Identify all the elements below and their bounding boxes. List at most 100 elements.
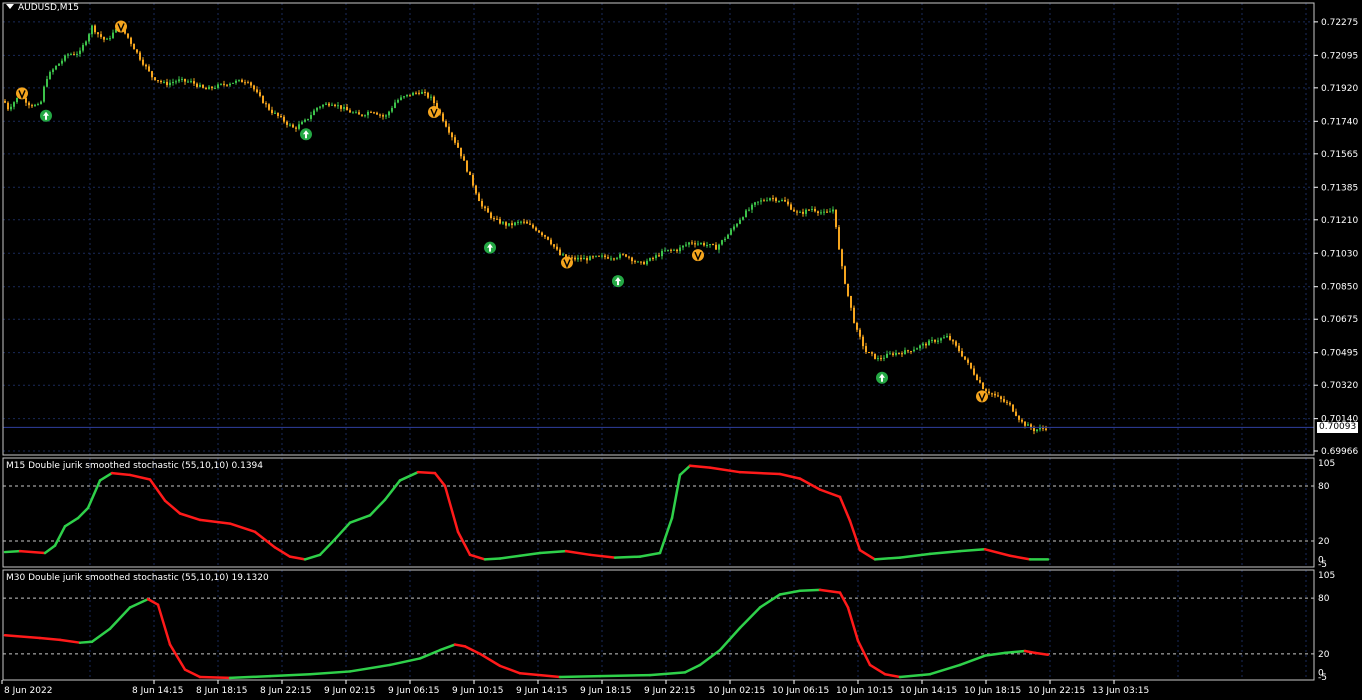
candle-body bbox=[553, 244, 555, 247]
osc-segment bbox=[416, 470, 437, 475]
candle-body bbox=[571, 257, 573, 259]
time-axis-label: 8 Jun 2022 bbox=[4, 686, 52, 696]
price-axis-label: 0.72095 bbox=[1321, 51, 1358, 61]
up-arrow-circle-icon bbox=[40, 109, 52, 122]
triangle-down-icon[interactable] bbox=[6, 4, 14, 9]
osc-segment bbox=[3, 549, 22, 554]
chart-title[interactable]: AUDUSD,M15 bbox=[6, 3, 79, 13]
candle-body bbox=[139, 52, 141, 60]
price-axis-label: 0.71030 bbox=[1321, 249, 1358, 259]
candle-body bbox=[400, 97, 402, 100]
candle-body bbox=[532, 224, 534, 228]
candle-body bbox=[904, 350, 906, 355]
candle-body bbox=[34, 104, 36, 107]
candle-body bbox=[181, 78, 183, 80]
candle-body bbox=[685, 244, 687, 246]
candle-body bbox=[325, 103, 327, 105]
candle-body bbox=[910, 351, 912, 353]
time-axis-label: 10 Jun 10:15 bbox=[836, 686, 893, 696]
candle-body bbox=[490, 212, 492, 219]
candle-body bbox=[934, 339, 936, 342]
candle-body bbox=[334, 104, 336, 106]
candle-body bbox=[742, 217, 744, 220]
candle-body bbox=[412, 92, 414, 96]
candle-body bbox=[52, 69, 54, 73]
price-axis-label: 0.72275 bbox=[1321, 18, 1358, 28]
candle-body bbox=[61, 60, 63, 64]
candle-body bbox=[769, 198, 771, 201]
candle-body bbox=[13, 102, 15, 107]
candle-body bbox=[295, 127, 297, 129]
level-label: 80 bbox=[1318, 594, 1330, 604]
candle-body bbox=[616, 257, 618, 259]
candle-body bbox=[109, 38, 111, 40]
candle-body bbox=[526, 221, 528, 224]
level-label: 20 bbox=[1318, 650, 1330, 660]
price-axis-label: 0.70320 bbox=[1321, 381, 1358, 391]
candle-body bbox=[751, 204, 753, 210]
candle-body bbox=[694, 243, 696, 245]
candle-body bbox=[130, 37, 132, 44]
candle-body bbox=[703, 243, 705, 246]
candle-body bbox=[7, 102, 9, 110]
candle-body bbox=[949, 336, 951, 340]
candle-body bbox=[667, 249, 669, 251]
candle-body bbox=[760, 200, 762, 202]
down-arrow-circle-icon bbox=[692, 249, 704, 262]
candle-body bbox=[1033, 428, 1035, 432]
candle-body bbox=[133, 43, 135, 50]
candle-body bbox=[520, 221, 522, 223]
candle-body bbox=[601, 255, 603, 257]
candle-body bbox=[670, 249, 672, 251]
time-axis-label: 10 Jun 14:15 bbox=[900, 686, 957, 696]
candle-body bbox=[247, 82, 249, 84]
candle-body bbox=[721, 240, 723, 245]
candle-body bbox=[217, 84, 219, 88]
down-arrow-circle-icon bbox=[561, 256, 573, 269]
candle-body bbox=[979, 380, 981, 383]
candle-body bbox=[28, 102, 30, 106]
level-label: -5 bbox=[1318, 560, 1327, 570]
candle-body bbox=[142, 59, 144, 65]
candle-body bbox=[85, 41, 87, 46]
candle-body bbox=[397, 99, 399, 103]
candle-body bbox=[148, 66, 150, 72]
candle-body bbox=[691, 242, 693, 244]
time-axis-label: 8 Jun 22:15 bbox=[260, 686, 311, 696]
candle-body bbox=[259, 92, 261, 96]
time-axis-label: 9 Jun 14:15 bbox=[516, 686, 567, 696]
stoch-m15-title: M15 Double jurik smoothed stochastic (55… bbox=[6, 461, 263, 471]
candle-body bbox=[931, 339, 933, 341]
candle-body bbox=[352, 112, 354, 114]
candle-body bbox=[136, 49, 138, 53]
time-axis-label: 10 Jun 02:15 bbox=[708, 686, 765, 696]
candle-body bbox=[958, 345, 960, 352]
candle-body bbox=[82, 45, 84, 51]
candle-body bbox=[799, 211, 801, 213]
candle-body bbox=[55, 65, 57, 70]
candle-body bbox=[478, 193, 480, 202]
candle-body bbox=[406, 94, 408, 97]
candle-body bbox=[994, 393, 996, 396]
current-price-label: 0.70093 bbox=[1317, 422, 1358, 433]
candle-body bbox=[319, 106, 321, 108]
candle-body bbox=[301, 121, 303, 125]
candle-body bbox=[454, 137, 456, 143]
candle-body bbox=[823, 211, 825, 213]
candle-body bbox=[172, 82, 174, 84]
candle-body bbox=[10, 106, 12, 110]
candle-body bbox=[328, 103, 330, 106]
chart-window[interactable]: 0.72275 0.72095 0.71920 0.71740 0.71565 0.713… bbox=[0, 0, 1362, 700]
candle-body bbox=[892, 353, 894, 355]
candle-body bbox=[241, 79, 243, 83]
candle-body bbox=[595, 255, 597, 257]
candle-body bbox=[100, 34, 102, 37]
candle-body bbox=[598, 255, 600, 257]
candle-body bbox=[871, 352, 873, 354]
candle-body bbox=[850, 295, 852, 308]
candle-body bbox=[256, 89, 258, 93]
candle-body bbox=[586, 257, 588, 261]
price-axis-label: 0.70495 bbox=[1321, 349, 1358, 359]
candle-body bbox=[865, 346, 867, 353]
candle-body bbox=[634, 261, 636, 263]
